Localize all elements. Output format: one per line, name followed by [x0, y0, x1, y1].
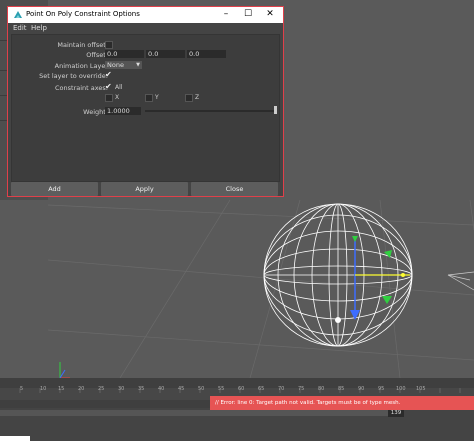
axis-x-checkbox[interactable]	[105, 94, 113, 102]
tick-label: 30	[118, 386, 125, 392]
tick-label: 20	[78, 386, 85, 392]
tick-label: 55	[218, 386, 225, 392]
animation-layer-value: None	[107, 61, 124, 69]
axis-indicator-icon	[59, 362, 70, 378]
maximize-button[interactable]: ☐	[238, 8, 258, 21]
error-status-bar: // Error: line 0: Target path not valid.…	[210, 396, 474, 410]
animation-layer-label: Animation Layer	[54, 62, 108, 70]
command-line-tab[interactable]	[0, 436, 30, 441]
chevron-down-icon: ▼	[136, 62, 140, 68]
axis-z-checkbox[interactable]	[185, 94, 193, 102]
options-panel: Maintain offset: Offset: 0.0 0.0 0.0 Ani…	[11, 34, 280, 182]
tick-label: 45	[178, 386, 185, 392]
maintain-offset-label: Maintain offset:	[57, 41, 108, 49]
minimize-button[interactable]: –	[216, 8, 236, 21]
axis-all-checkbox[interactable]: ✔	[105, 82, 112, 91]
current-frame-field[interactable]: 139	[388, 409, 404, 417]
tick-label: 75	[298, 386, 305, 392]
weight-label: Weight:	[83, 108, 108, 116]
animation-layer-dropdown[interactable]: None ▼	[105, 61, 142, 69]
tick-label: 90	[358, 386, 365, 392]
tick-label: 65	[258, 386, 265, 392]
menu-edit[interactable]: Edit	[13, 24, 27, 32]
offset-x-field[interactable]: 0.0	[105, 50, 144, 58]
constraint-options-dialog: Point On Poly Constraint Options – ☐ ✕ E…	[7, 6, 284, 197]
axis-all-label: All	[115, 84, 123, 91]
axis-y-label: Y	[155, 94, 159, 101]
axis-y-checkbox[interactable]	[145, 94, 153, 102]
tick-label: 40	[158, 386, 165, 392]
axis-z-label: Z	[195, 94, 200, 101]
menu-help[interactable]: Help	[31, 24, 47, 32]
tick-label: 10	[40, 386, 47, 392]
tick-label: 95	[378, 386, 385, 392]
set-layer-override-label: Set layer to override:	[39, 72, 108, 80]
dialog-title: Point On Poly Constraint Options	[26, 10, 140, 18]
tick-label: 15	[58, 386, 65, 392]
locator-right	[447, 271, 474, 291]
apply-button[interactable]: Apply	[101, 182, 188, 196]
tick-label: 35	[138, 386, 145, 392]
add-button[interactable]: Add	[11, 182, 98, 196]
set-layer-override-checkbox[interactable]: ✔	[105, 70, 112, 79]
close-window-button[interactable]: ✕	[260, 8, 280, 21]
tick-label: 60	[238, 386, 245, 392]
weight-slider-track[interactable]	[145, 110, 276, 112]
range-slider-area: 139	[0, 408, 474, 441]
tick-label: 100	[396, 386, 406, 392]
offset-label: Offset:	[86, 51, 108, 59]
close-button[interactable]: Close	[191, 182, 278, 196]
tick-label: 105	[416, 386, 426, 392]
offset-y-field[interactable]: 0.0	[146, 50, 185, 58]
axis-x-label: X	[115, 94, 120, 101]
tick-label: 5	[20, 386, 24, 392]
maya-app-icon	[14, 11, 22, 18]
tick-label: 25	[98, 386, 105, 392]
tick-label: 80	[318, 386, 325, 392]
maintain-offset-checkbox[interactable]	[105, 41, 113, 49]
tick-label: 50	[198, 386, 205, 392]
constraint-axes-label: Constraint axes:	[55, 84, 108, 92]
dialog-titlebar[interactable]: Point On Poly Constraint Options – ☐ ✕	[8, 7, 283, 23]
weight-field[interactable]: 1.0000	[105, 107, 141, 115]
range-slider-bar[interactable]	[0, 410, 388, 416]
menubar: Edit Help	[8, 23, 283, 34]
weight-slider-handle[interactable]	[274, 106, 277, 114]
tick-label: 85	[338, 386, 345, 392]
tick-label: 70	[278, 386, 285, 392]
offset-z-field[interactable]: 0.0	[187, 50, 226, 58]
